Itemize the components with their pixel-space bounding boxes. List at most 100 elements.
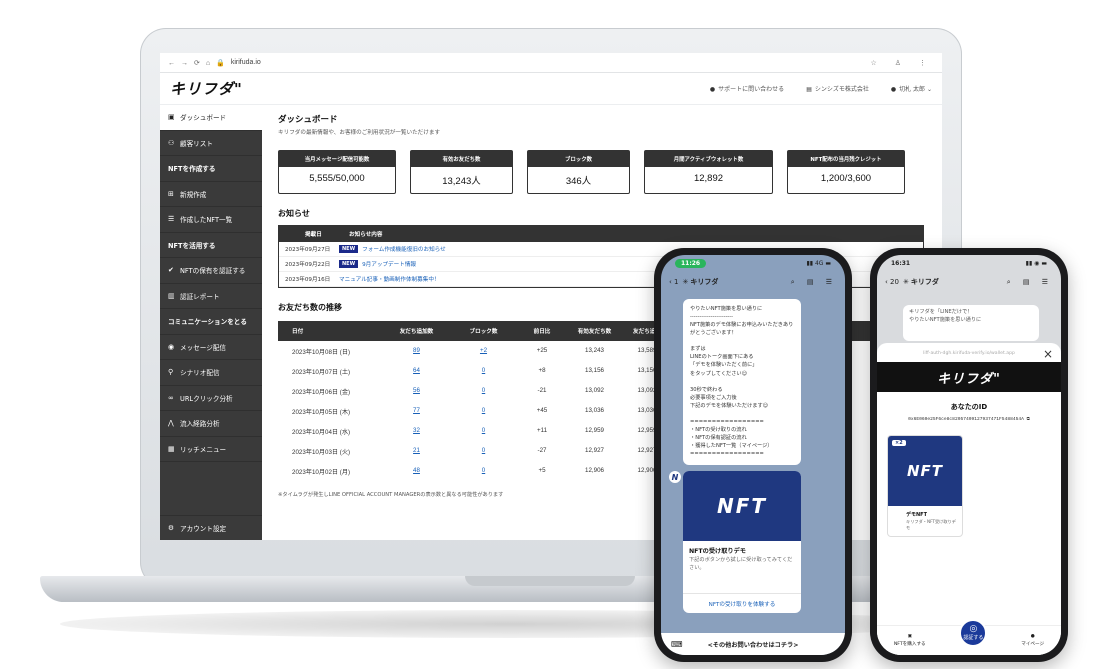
flow-icon: ⚲ — [168, 368, 174, 377]
nft-logo-icon: N — [669, 471, 681, 483]
owned-count-badge: ×2 — [892, 440, 906, 446]
keyboard-icon[interactable]: ⌨ — [671, 640, 683, 649]
sidebar-item-verify[interactable]: ✔ NFTの保有を認証する — [160, 258, 262, 284]
browser-toolbar: ←→⟳⌂ 🔒 kirifuda.io ☆ ♙ ⋮ — [160, 53, 942, 73]
stat-value: 13,243人 — [442, 176, 481, 187]
chat-actions[interactable]: ⌕ ▤ ☰ — [1007, 278, 1053, 287]
stat-card-blocks: ブロック数 346人 — [527, 150, 630, 194]
sidebar-item-dashboard[interactable]: ▣ ダッシュボード — [160, 105, 262, 131]
phone-line-screen: 11:26 ▮▮ 4G ▬ ‹ 1 ✳ キリフダ ⌕ ▤ ☰ やりたいNFT施策… — [661, 255, 845, 655]
address-bar[interactable]: kirifuda.io — [231, 59, 261, 66]
browser-actions[interactable]: ☆ ♙ ⋮ — [871, 59, 934, 67]
sidebar-item-report[interactable]: ▥ 認証レポート — [160, 284, 262, 309]
phone-wallet: 16:31 ▮▮ ◉ ▬ ‹ 20 ✳ キリフダ ⌕ ▤ ☰ キリフダを「LIN… — [870, 248, 1068, 662]
chat-header: ‹ 20 ✳ キリフダ ⌕ ▤ ☰ — [877, 271, 1061, 293]
news-header-content: お知らせ内容 — [349, 232, 383, 238]
wallet-tabbar: ▣ NFTを購入する ◎ 認証する ● マイページ — [877, 618, 1061, 655]
owned-nft-card[interactable]: ×2 NFT デモNFT キリフダ・NFT受け取りデモ — [887, 435, 963, 537]
browser-nav-icons[interactable]: ←→⟳⌂ — [168, 59, 216, 67]
users-icon: ⚇ — [168, 138, 175, 147]
tab-verify[interactable]: ◎ 認証する — [959, 618, 988, 647]
sidebar-item-url-analysis[interactable]: ∞ URLクリック分析 — [160, 386, 262, 411]
sidebar-item-new[interactable]: ⊞ 新規作成 — [160, 182, 262, 207]
sidebar-heading-create: NFTを作成する — [160, 156, 262, 182]
stat-label: ブロック数 — [528, 151, 629, 167]
link-icon: ∞ — [168, 393, 174, 402]
new-badge: NEW — [339, 260, 359, 268]
route-icon: ⋀ — [168, 419, 174, 428]
signal-icon: ▮▮ 4G ▬ — [806, 259, 831, 267]
news-title: お知らせ — [278, 209, 310, 218]
status-time: 16:31 — [891, 259, 911, 267]
receive-nft-button[interactable]: NFTの受け取りを体験する — [683, 593, 801, 613]
sidebar-heading-use: NFTを活用する — [160, 233, 262, 258]
kirifuda-logo[interactable]: キリフダ" — [170, 78, 243, 99]
building-icon: ▤ — [806, 86, 812, 93]
contact-link[interactable]: <その他お問い合わせはコチラ> — [708, 640, 799, 649]
app-header: キリフダ" ● サポートに問い合わせる ▤ シンシズモ株式会社 ● 切札 太郎 ⌄ — [160, 73, 942, 105]
rich-menu-bar[interactable]: ⌨ <その他お問い合わせはコチラ> — [661, 633, 845, 655]
status-time: 11:26 — [675, 258, 707, 268]
chevron-down-icon: ⌄ — [926, 86, 932, 93]
menu-icon: ▦ — [168, 444, 175, 453]
sidebar-account-settings[interactable]: ⚙ アカウント設定 — [160, 515, 262, 540]
laptop-notch — [465, 576, 635, 586]
stat-value: 12,892 — [693, 173, 724, 184]
stat-label: 月間アクティブウォレット数 — [645, 151, 772, 167]
stat-card-friends: 有効お友だち数 13,243人 — [410, 150, 513, 194]
back-button[interactable]: ‹ 20 — [885, 278, 899, 286]
chat-name: キリフダ — [690, 278, 719, 286]
list-icon: ☰ — [168, 215, 175, 224]
chat-avatar-icon: ✳ — [902, 278, 909, 286]
chart-icon: ▥ — [168, 291, 175, 300]
chat-avatar-icon: ✳ — [682, 278, 689, 286]
nft-demo-card: NFT NFTの受け取りデモ 下記のボタンから試しに受け取ってみてください。 N… — [683, 471, 801, 613]
sidebar-heading-communicate: コミュニケーションをとる — [160, 309, 262, 335]
back-button[interactable]: ‹ 1 — [669, 278, 679, 286]
close-icon[interactable]: × — [1043, 347, 1053, 361]
chat-preview-bubble: キリフダを「LINEだけで！ やりたいNFT施策を思い通りに — [903, 305, 1039, 341]
plus-icon: ⊞ — [168, 189, 174, 198]
nft-card-desc: 下記のボタンから試しに受け取ってみてください。 — [689, 557, 793, 571]
stat-label: NFT配布の当月残クレジット — [788, 151, 904, 167]
header-links: ● サポートに問い合わせる ▤ シンシズモ株式会社 ● 切札 太郎 ⌄ — [710, 84, 932, 93]
chat-actions[interactable]: ⌕ ▤ ☰ — [791, 278, 837, 287]
fingerprint-icon: ◎ — [969, 624, 978, 634]
copy-icon[interactable]: ⧉ — [1027, 417, 1030, 422]
company-link[interactable]: ▤ シンシズモ株式会社 — [806, 84, 869, 93]
support-link[interactable]: ● サポートに問い合わせる — [710, 84, 784, 93]
info-icon: ● — [709, 86, 716, 93]
sidebar-item-route-analysis[interactable]: ⋀ 流入経路分析 — [160, 411, 262, 437]
wallet-modal: liff-auth-dgh.kirifuda-verify.io/wallet.… — [877, 343, 1061, 655]
modal-url: liff-auth-dgh.kirifuda-verify.io/wallet.… — [923, 351, 1015, 356]
stat-value: 1,200/3,600 — [820, 173, 872, 184]
battery-icon: ▮▮ ◉ ▬ — [1025, 259, 1047, 267]
phone-line-chat: 11:26 ▮▮ 4G ▬ ‹ 1 ✳ キリフダ ⌕ ▤ ☰ やりたいNFT施策… — [654, 248, 852, 662]
stat-cards: 当月メッセージ配信可能数 5,555/50,000 有効お友だち数 13,243人 … — [278, 150, 924, 194]
sidebar-item-scenario[interactable]: ⚲ シナリオ配信 — [160, 360, 262, 386]
stat-card-credits: NFT配布の当月残クレジット 1,200/3,600 — [787, 150, 905, 194]
sidebar-item-message[interactable]: ◉ メッセージ配信 — [160, 335, 262, 360]
sidebar-item-nft-list[interactable]: ☰ 作成したNFT一覧 — [160, 207, 262, 233]
user-icon: ● — [1030, 634, 1035, 639]
lock-icon: 🔒 — [216, 59, 225, 67]
owned-nft-sub: キリフダ・NFT受け取りデモ — [906, 519, 956, 530]
message-bubble: やりたいNFT施策を思い通りに ----------------------- … — [683, 299, 801, 465]
page-title: ダッシュボード — [278, 115, 338, 125]
user-icon: ● — [890, 86, 897, 93]
tab-buy-nft[interactable]: ▣ NFTを購入する — [894, 634, 926, 647]
chat-header: ‹ 1 ✳ キリフダ ⌕ ▤ ☰ — [661, 271, 845, 293]
stat-value: 5,555/50,000 — [309, 173, 365, 184]
tab-mypage[interactable]: ● マイページ — [1021, 634, 1044, 647]
phone-wallet-screen: 16:31 ▮▮ ◉ ▬ ‹ 20 ✳ キリフダ ⌕ ▤ ☰ キリフダを「LIN… — [877, 255, 1061, 655]
wallet-id[interactable]: 0x6E060e25F6ce8c82057409127937471F548845… — [877, 416, 1061, 422]
status-bar: 16:31 ▮▮ ◉ ▬ — [877, 255, 1061, 271]
wallet-logo: キリフダ" — [877, 362, 1061, 392]
status-bar: 11:26 ▮▮ 4G ▬ — [661, 255, 845, 271]
marketing-composite: ←→⟳⌂ 🔒 kirifuda.io ☆ ♙ ⋮ キリフダ" ● サポートに問い合… — [0, 0, 1102, 669]
nft-card-title: NFTの受け取りデモ — [689, 548, 746, 555]
sidebar-item-customers[interactable]: ⚇ 顧客リスト — [160, 131, 262, 156]
user-menu[interactable]: ● 切札 太郎 ⌄ — [891, 84, 932, 93]
sidebar-item-rich-menu[interactable]: ▦ リッチメニュー — [160, 437, 262, 462]
owned-nft-name: デモNFT — [906, 512, 928, 518]
